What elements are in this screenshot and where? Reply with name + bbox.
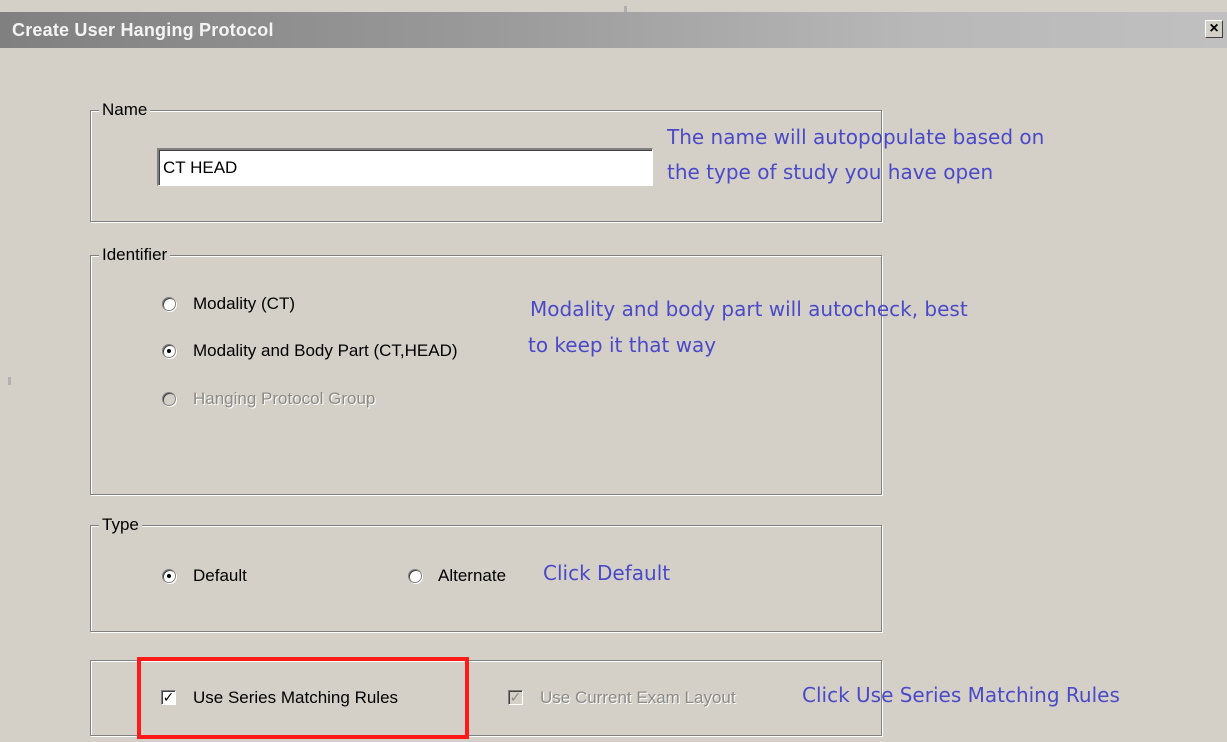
highlight-box — [137, 657, 469, 739]
identifier-note-line2: to keep it that way — [528, 333, 717, 357]
modality-body-part-radio[interactable] — [162, 344, 176, 358]
alternate-label: Alternate — [438, 566, 507, 585]
name-input[interactable] — [157, 148, 653, 186]
name-note-line2: the type of study you have open — [667, 160, 994, 184]
resize-tick-left — [8, 377, 11, 385]
window-title: Create User Hanging Protocol — [12, 20, 274, 40]
identifier-note-line1: Modality and body part will autocheck, b… — [530, 297, 968, 321]
use-current-exam-layout-checkbox[interactable]: ✓ — [508, 690, 523, 705]
hanging-protocol-group-radio[interactable] — [162, 392, 176, 406]
type-group-legend: Type — [99, 515, 142, 535]
hanging-protocol-group-label: Hanging Protocol Group — [193, 389, 376, 408]
rules-note: Click Use Series Matching Rules — [802, 683, 1120, 707]
use-current-exam-layout-label: Use Current Exam Layout — [540, 688, 736, 707]
name-note-line1: The name will autopopulate based on — [667, 125, 1045, 149]
type-note: Click Default — [543, 561, 671, 585]
close-button[interactable]: × — [1205, 20, 1223, 38]
alternate-radio[interactable] — [408, 569, 422, 583]
modality-radio[interactable] — [162, 297, 176, 311]
name-group-legend: Name — [99, 100, 151, 120]
title-bar: Create User Hanging Protocol × — [0, 12, 1227, 48]
identifier-group-legend: Identifier — [99, 245, 171, 265]
modality-body-part-label: Modality and Body Part (CT,HEAD) — [193, 341, 458, 360]
default-radio[interactable] — [162, 569, 176, 583]
identifier-group: Identifier — [90, 245, 882, 495]
modality-label: Modality (CT) — [193, 294, 296, 313]
default-label: Default — [193, 566, 247, 585]
